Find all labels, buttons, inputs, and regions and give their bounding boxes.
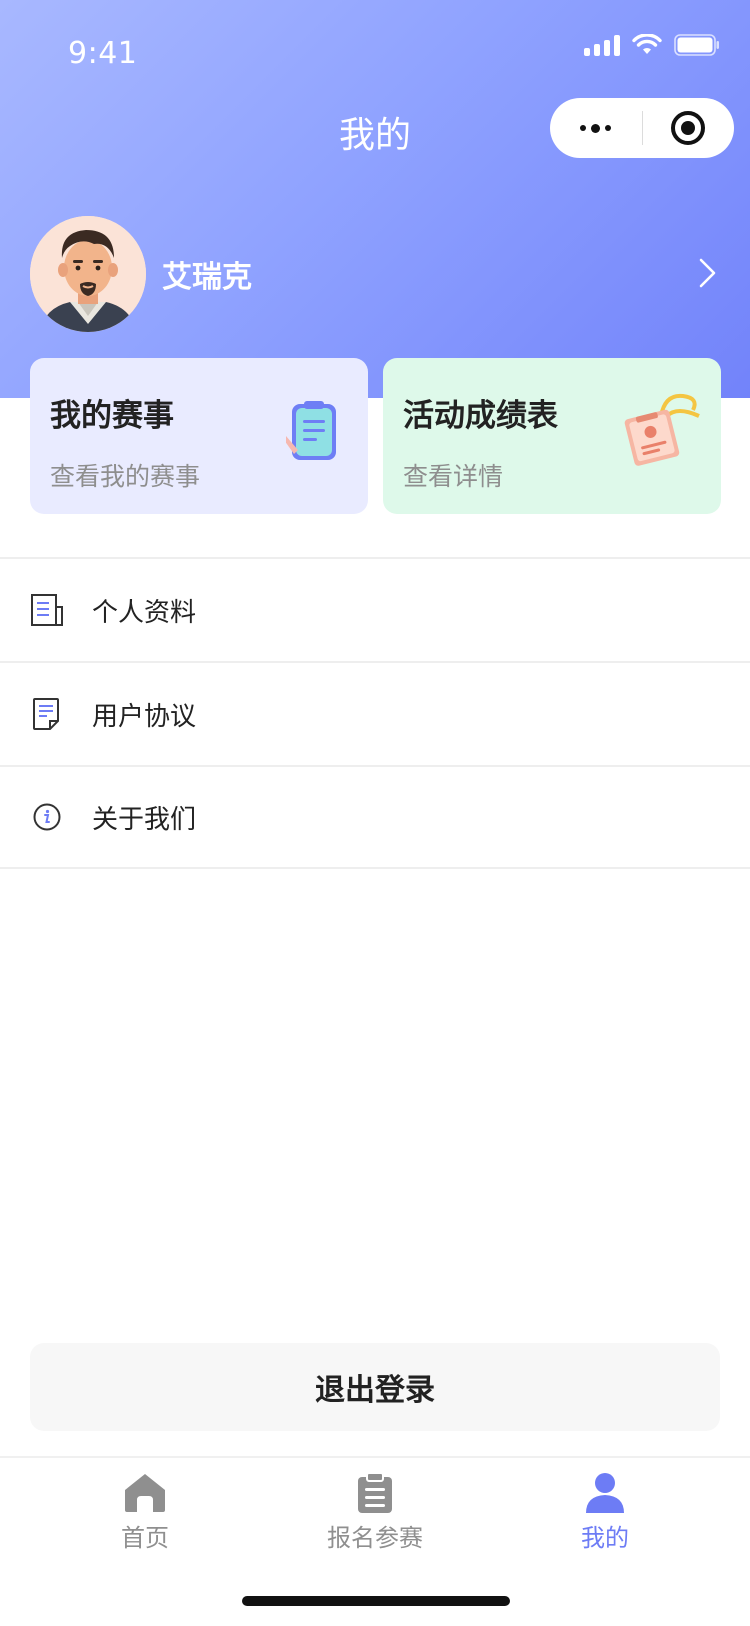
tab-label: 首页: [121, 1524, 169, 1552]
home-indicator: [242, 1596, 510, 1606]
more-button[interactable]: [550, 98, 642, 158]
home-icon: [125, 1474, 165, 1512]
chevron-right-icon[interactable]: [696, 256, 720, 290]
menu-label: 用户协议: [92, 701, 197, 732]
avatar: [30, 216, 146, 332]
document-icon: [30, 592, 64, 628]
wifi-icon: [632, 34, 662, 54]
menu-item-agreement[interactable]: 用户协议: [0, 661, 750, 765]
my-events-card[interactable]: 我的赛事 查看我的赛事: [30, 358, 368, 514]
mini-program-capsule: [550, 98, 734, 158]
status-time: 9:41: [68, 36, 138, 71]
profile-row[interactable]: 艾瑞克: [30, 216, 252, 332]
tab-label: 报名参赛: [327, 1524, 423, 1552]
signal-icon: [584, 34, 620, 56]
logout-button[interactable]: 退出登录: [30, 1343, 720, 1431]
close-mini-program-button[interactable]: [643, 98, 735, 158]
menu-item-about[interactable]: 关于我们: [0, 765, 750, 869]
target-icon: [671, 111, 706, 145]
agreement-icon: [30, 696, 64, 732]
tab-home[interactable]: 首页: [70, 1472, 220, 1553]
menu-label: 关于我们: [92, 804, 197, 835]
menu-label: 个人资料: [92, 597, 197, 628]
user-icon: [586, 1473, 624, 1513]
tab-mine[interactable]: 我的: [530, 1472, 680, 1553]
menu-list: 个人资料 用户协议 关于我们: [0, 557, 750, 869]
menu-item-profile[interactable]: 个人资料: [0, 557, 750, 661]
clipboard-icon: [358, 1472, 392, 1513]
results-card[interactable]: 活动成绩表 查看详情: [383, 358, 721, 514]
tab-label: 我的: [581, 1524, 629, 1552]
badge-illustration-icon: [624, 393, 700, 466]
status-icons: [584, 34, 720, 56]
tab-register[interactable]: 报名参赛: [300, 1472, 450, 1553]
clipboard-illustration-icon: [286, 401, 336, 460]
username: 艾瑞克: [162, 260, 252, 295]
battery-icon: [674, 34, 719, 56]
more-dots-icon: [580, 123, 612, 133]
info-icon: [30, 799, 64, 835]
